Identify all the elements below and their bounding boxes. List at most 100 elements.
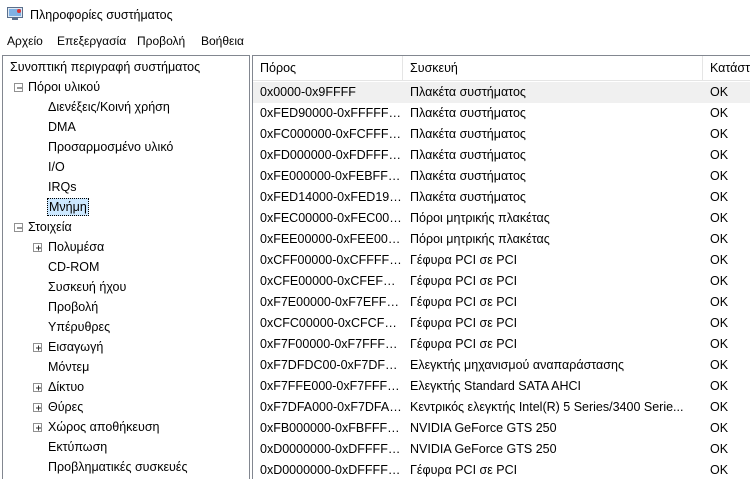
cell-status: OK bbox=[710, 148, 729, 162]
cell-device: Πλακέτα συστήματος bbox=[410, 148, 526, 162]
cell-device: NVIDIA GeForce GTS 250 bbox=[410, 421, 557, 435]
tree-item-storage[interactable]: Χώρος αποθήκευση bbox=[47, 417, 161, 437]
cell-device: Γέφυρα PCI σε PCI bbox=[410, 253, 518, 267]
cell-device: Γέφυρα PCI σε PCI bbox=[410, 295, 518, 309]
tree-item-infrared[interactable]: Υπέρυθρες bbox=[47, 317, 111, 337]
cell-device: Πλακέτα συστήματος bbox=[410, 85, 526, 99]
cell-resource: 0xF7E00000-0xF7EFFFFF bbox=[260, 295, 403, 309]
table-row[interactable]: 0xFE000000-0xFEBFFFFF Πλακέτα συστήματος O… bbox=[253, 166, 750, 187]
cell-status: OK bbox=[710, 421, 729, 435]
cell-status: OK bbox=[710, 169, 729, 183]
cell-device: Γέφυρα PCI σε PCI bbox=[410, 316, 518, 330]
expand-network-icon[interactable] bbox=[33, 383, 42, 392]
tree-item-io[interactable]: I/O bbox=[47, 157, 66, 177]
cell-resource: 0xD0000000-0xDFFFFFFF bbox=[260, 463, 403, 477]
table-row[interactable]: 0xF7FFE000-0xF7FFFFFF Ελεγκτής Standard S… bbox=[253, 376, 750, 397]
table-row[interactable]: 0xF7DFA000-0xF7DFA3FF Κεντρικός ελεγκτής … bbox=[253, 397, 750, 418]
cell-device: NVIDIA GeForce GTS 250 bbox=[410, 442, 557, 456]
tree-item-dma[interactable]: DMA bbox=[47, 117, 77, 137]
cell-device: Πλακέτα συστήματος bbox=[410, 169, 526, 183]
tree-item-ports[interactable]: Θύρες bbox=[47, 397, 84, 417]
cell-resource: 0xCFC00000-0xCFCFFFFF bbox=[260, 316, 403, 330]
tree-item-sound-device[interactable]: Συσκευή ήχου bbox=[47, 277, 127, 297]
cell-device: Γέφυρα PCI σε PCI bbox=[410, 274, 518, 288]
collapse-components-icon[interactable] bbox=[14, 223, 23, 232]
cell-resource: 0x0000-0x9FFFF bbox=[260, 85, 356, 99]
cell-resource: 0xF7FFE000-0xF7FFFFFF bbox=[260, 379, 403, 393]
column-header-status[interactable]: Κατάστ bbox=[703, 56, 750, 81]
expand-storage-icon[interactable] bbox=[33, 423, 42, 432]
expand-input-icon[interactable] bbox=[33, 343, 42, 352]
menu-edit[interactable]: Επεξεργασία bbox=[57, 34, 126, 48]
cell-resource: 0xFD000000-0xFDFFFFFF bbox=[260, 148, 403, 162]
tree-item-components[interactable]: Στοιχεία bbox=[27, 217, 73, 237]
table-row[interactable]: 0xF7E00000-0xF7EFFFFF Γέφυρα PCI σε PCI OK bbox=[253, 292, 750, 313]
table-row[interactable]: 0xF7DFDC00-0xF7DFD... Ελεγκτής μηχανισμού… bbox=[253, 355, 750, 376]
tree-item-network[interactable]: Δίκτυο bbox=[47, 377, 85, 397]
table-row[interactable]: 0xFB000000-0xFBFFFFFF NVIDIA GeForce GTS … bbox=[253, 418, 750, 439]
tree-item-printing[interactable]: Εκτύπωση bbox=[47, 437, 108, 457]
table-row[interactable]: 0xFD000000-0xFDFFFFFF Πλακέτα συστήματος O… bbox=[253, 145, 750, 166]
tree-item-forced-hardware[interactable]: Προσαρμοσμένο υλικό bbox=[47, 137, 174, 157]
cell-resource: 0xF7DFDC00-0xF7DFD... bbox=[260, 358, 403, 372]
table-row[interactable]: 0xD0000000-0xDFFFFFFF Γέφυρα PCI σε PCI OK bbox=[253, 460, 750, 479]
table-row[interactable]: 0xFEC00000-0xFEC00FFF Πόροι μητρικής πλακ… bbox=[253, 208, 750, 229]
table-row[interactable]: 0xCFF00000-0xCFFFFFFF Γέφυρα PCI σε PCI OK bbox=[253, 250, 750, 271]
menu-view[interactable]: Προβολή bbox=[137, 34, 185, 48]
tree-item-memory[interactable]: Μνήμη bbox=[47, 197, 89, 217]
cell-device: Πλακέτα συστήματος bbox=[410, 190, 526, 204]
table-row[interactable]: 0xFED90000-0xFFFFFFFF Πλακέτα συστήματος O… bbox=[253, 103, 750, 124]
cell-resource: 0xF7DFA000-0xF7DFA3FF bbox=[260, 400, 403, 414]
tree-item-display[interactable]: Προβολή bbox=[47, 297, 99, 317]
cell-device: Ελεγκτής μηχανισμού αναπαράστασης bbox=[410, 358, 624, 372]
tree-item-multimedia[interactable]: Πολυμέσα bbox=[47, 237, 105, 257]
tree-item-modem[interactable]: Μόντεμ bbox=[47, 357, 90, 377]
title-bar: Πληροφορίες συστήματος bbox=[0, 0, 750, 30]
cell-status: OK bbox=[710, 316, 729, 330]
cell-resource: 0xCFF00000-0xCFFFFFFF bbox=[260, 253, 403, 267]
table-row[interactable]: 0xFC000000-0xFCFFFFFF Πλακέτα συστήματος O… bbox=[253, 124, 750, 145]
cell-resource: 0xFE000000-0xFEBFFFFF bbox=[260, 169, 403, 183]
category-tree[interactable]: Συνοπτική περιγραφή συστήματος Πόροι υλι… bbox=[2, 55, 250, 479]
table-row[interactable]: 0xF7F00000-0xF7FFFFFF Γέφυρα PCI σε PCI OK bbox=[253, 334, 750, 355]
tree-item-problem-devices[interactable]: Προβληματικές συσκευές bbox=[47, 457, 188, 477]
cell-resource: 0xD0000000-0xDFFFFFFF bbox=[260, 442, 403, 456]
collapse-hardware-icon[interactable] bbox=[14, 83, 23, 92]
tree-item-input[interactable]: Εισαγωγή bbox=[47, 337, 104, 357]
menu-help[interactable]: Βοήθεια bbox=[201, 34, 244, 48]
table-row[interactable]: 0xFEE00000-0xFEE00FFF Πόροι μητρικής πλακ… bbox=[253, 229, 750, 250]
table-row[interactable]: 0xCFC00000-0xCFCFFFFF Γέφυρα PCI σε PCI OK bbox=[253, 313, 750, 334]
column-header-resource[interactable]: Πόρος bbox=[253, 56, 403, 81]
cell-status: OK bbox=[710, 337, 729, 351]
tree-item-irqs[interactable]: IRQs bbox=[47, 177, 77, 197]
cell-device: Γέφυρα PCI σε PCI bbox=[410, 463, 518, 477]
cell-device: Πλακέτα συστήματος bbox=[410, 106, 526, 120]
column-header-device[interactable]: Συσκευή bbox=[403, 56, 703, 81]
menu-file[interactable]: Αρχείο bbox=[7, 34, 43, 48]
list-header: Πόρος Συσκευή Κατάστ bbox=[253, 56, 750, 81]
table-row[interactable]: 0xCFE00000-0xCFEFFFFF Γέφυρα PCI σε PCI OK bbox=[253, 271, 750, 292]
tree-item-hardware-resources[interactable]: Πόροι υλικού bbox=[27, 77, 101, 97]
resource-list[interactable]: Πόρος Συσκευή Κατάστ 0x0000-0x9FFFF Πλακέ… bbox=[252, 55, 750, 479]
expand-ports-icon[interactable] bbox=[33, 403, 42, 412]
cell-status: OK bbox=[710, 127, 729, 141]
cell-status: OK bbox=[710, 211, 729, 225]
table-row[interactable]: 0xD0000000-0xDFFFFFFF NVIDIA GeForce GTS … bbox=[253, 439, 750, 460]
cell-status: OK bbox=[710, 253, 729, 267]
tree-item-conflicts[interactable]: Διενέξεις/Κοινή χρήση bbox=[47, 97, 171, 117]
cell-status: OK bbox=[710, 358, 729, 372]
tree-item-system-summary[interactable]: Συνοπτική περιγραφή συστήματος bbox=[9, 57, 201, 77]
cell-device: Πόροι μητρικής πλακέτας bbox=[410, 232, 550, 246]
tree-item-cd-rom[interactable]: CD-ROM bbox=[47, 257, 100, 277]
cell-status: OK bbox=[710, 190, 729, 204]
cell-device: Πλακέτα συστήματος bbox=[410, 127, 526, 141]
table-row[interactable]: 0xFED14000-0xFED19FFF Πλακέτα συστήματος O… bbox=[253, 187, 750, 208]
cell-resource: 0xFEE00000-0xFEE00FFF bbox=[260, 232, 403, 246]
cell-resource: 0xF7F00000-0xF7FFFFFF bbox=[260, 337, 403, 351]
expand-multimedia-icon[interactable] bbox=[33, 243, 42, 252]
table-row[interactable]: 0x0000-0x9FFFF Πλακέτα συστήματος OK bbox=[253, 82, 750, 103]
cell-device: Γέφυρα PCI σε PCI bbox=[410, 337, 518, 351]
cell-device: Κεντρικός ελεγκτής Intel(R) 5 Series/340… bbox=[410, 400, 684, 414]
cell-status: OK bbox=[710, 463, 729, 477]
cell-resource: 0xFB000000-0xFBFFFFFF bbox=[260, 421, 403, 435]
